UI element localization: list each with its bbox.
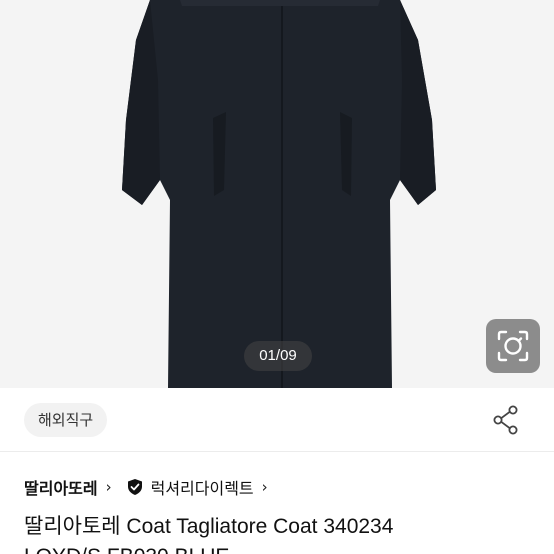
product-image-gallery[interactable]: 01/09 (0, 0, 554, 388)
image-counter: 01/09 (244, 341, 312, 371)
share-button[interactable] (490, 404, 522, 436)
tag-bar: 해외직구 (0, 388, 554, 452)
product-image (122, 0, 436, 388)
overseas-direct-badge[interactable]: 해외직구 (24, 403, 108, 437)
product-title: 딸리아토레 Coat Tagliatore Coat 340234 (24, 515, 394, 538)
lens-search-icon (497, 330, 529, 362)
brand-link[interactable]: 딸리아또레 (24, 475, 98, 499)
image-search-button[interactable] (486, 319, 540, 373)
breadcrumb: 딸리아또레 › 럭셔리다이렉트 › (24, 472, 268, 502)
store-link[interactable]: 럭셔리다이렉트 (151, 475, 254, 499)
product-title-line2: LOYD/S FB030 BLUE (24, 542, 544, 554)
chevron-right-icon: › (261, 478, 268, 496)
chevron-right-icon: › (105, 478, 112, 496)
shield-check-icon (126, 478, 144, 496)
share-icon (493, 405, 518, 435)
